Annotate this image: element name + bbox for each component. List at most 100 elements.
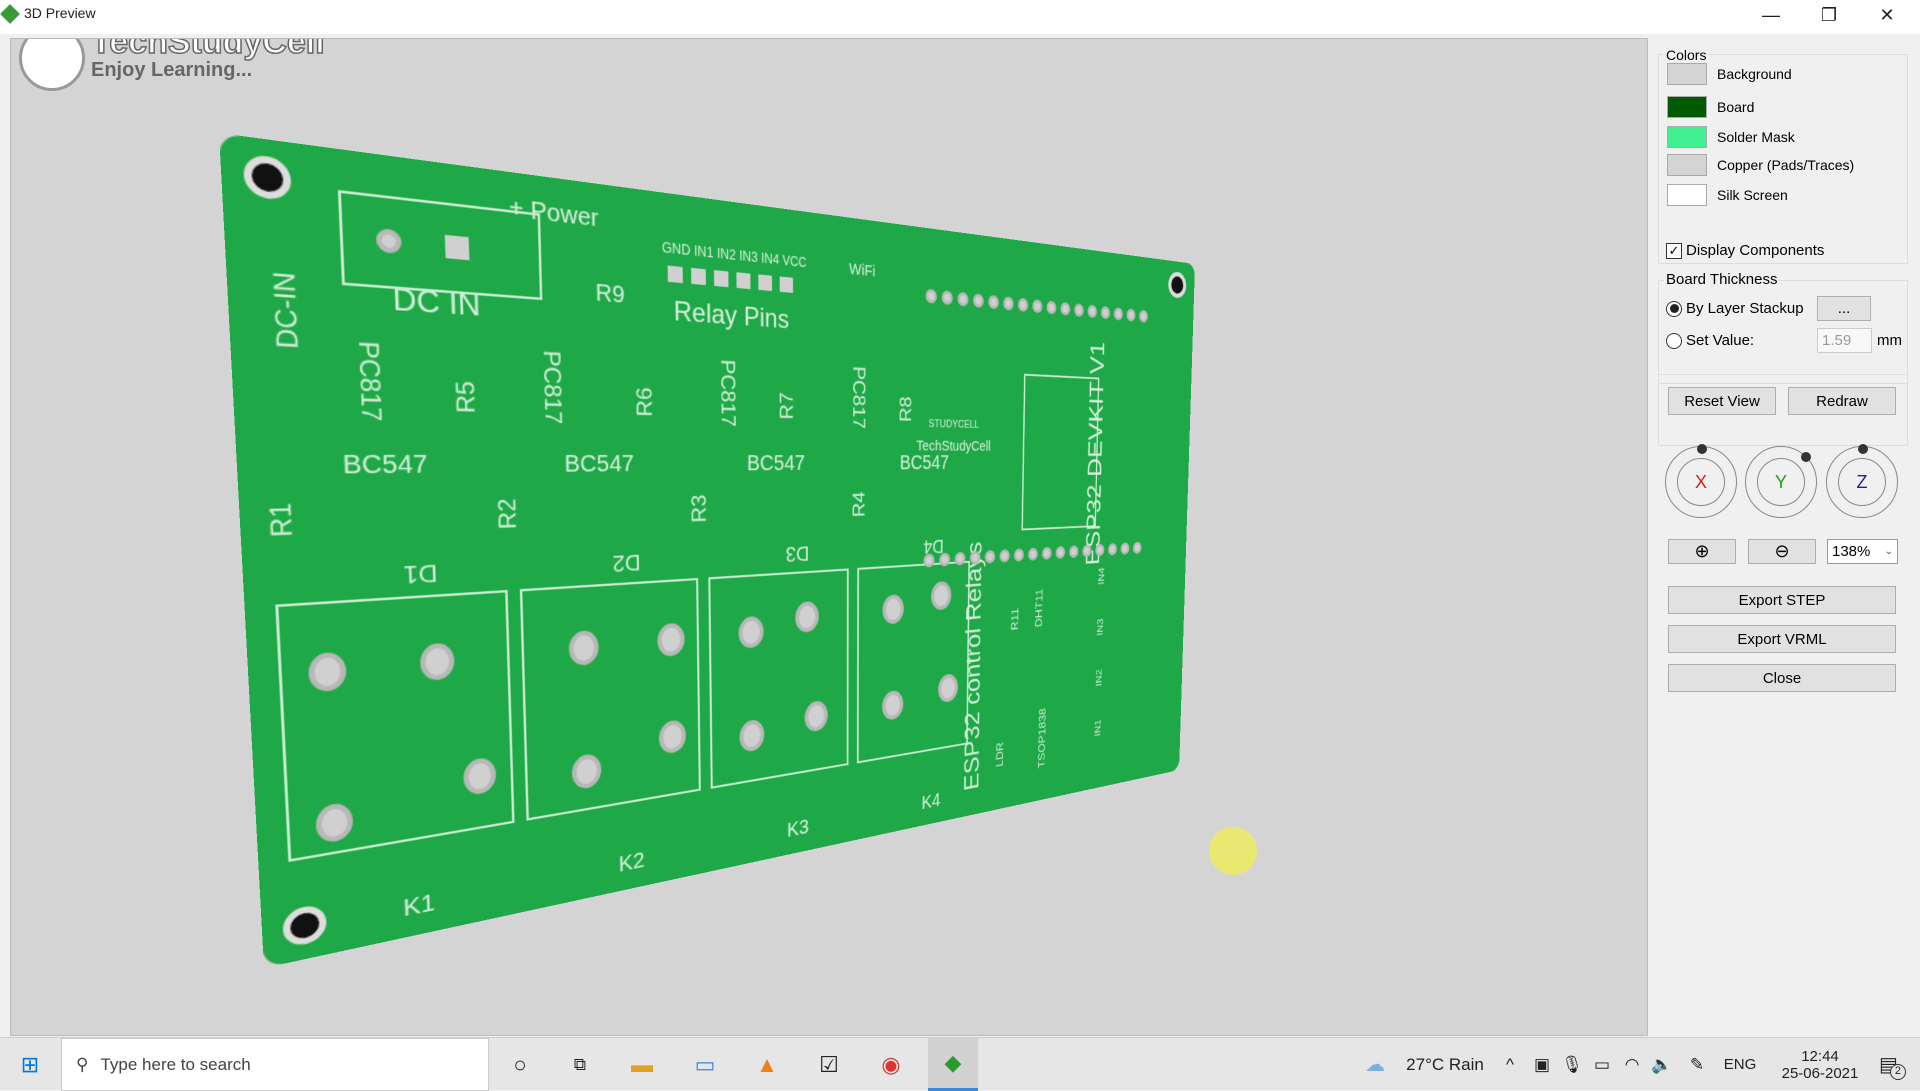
notification-button[interactable]: ▤ 2 <box>1870 1038 1915 1091</box>
color-row[interactable]: Board <box>1667 96 1754 118</box>
silk-label: K4 <box>921 789 941 814</box>
cortana-button[interactable]: ○ <box>495 1038 545 1091</box>
wifi-icon[interactable]: ◠ <box>1620 1038 1644 1091</box>
zoom-out-button[interactable]: ⊖ <box>1748 539 1816 564</box>
color-label: Board <box>1717 99 1755 115</box>
taskbar-chrome[interactable]: ◉ <box>866 1038 916 1091</box>
chevron-down-icon: ⌄ <box>1884 546 1893 557</box>
display-components-checkbox[interactable]: ✓ Display Components <box>1666 242 1824 259</box>
task-view-button[interactable]: ⧉ <box>555 1038 605 1091</box>
export-vrml-button[interactable]: Export VRML <box>1668 625 1896 653</box>
taskbar-pcb-app[interactable]: ◆ <box>928 1038 978 1091</box>
dial-handle[interactable] <box>1697 444 1707 454</box>
volume-icon[interactable]: 🔈 <box>1650 1038 1674 1091</box>
pin-pad <box>1003 296 1014 311</box>
rotate-y-dial[interactable]: Y <box>1745 446 1817 518</box>
zoom-select[interactable]: 138% ⌄ <box>1827 539 1898 564</box>
silk-label: R4 <box>849 491 869 518</box>
color-row[interactable]: Solder Mask <box>1667 126 1795 148</box>
dial-label: X <box>1677 458 1725 506</box>
export-step-button[interactable]: Export STEP <box>1668 586 1896 614</box>
redraw-button[interactable]: Redraw <box>1788 387 1896 415</box>
start-button[interactable]: ⊞ <box>0 1038 60 1091</box>
pin-pad <box>1055 546 1066 559</box>
by-layer-radio[interactable]: By Layer Stackup <box>1666 300 1804 317</box>
clock[interactable]: 12:44 25-06-2021 <box>1765 1038 1875 1091</box>
pin-pad <box>1046 300 1057 315</box>
language-indicator[interactable]: ENG <box>1720 1038 1760 1091</box>
pin-pad <box>1100 305 1111 320</box>
folder-icon: ▬ <box>631 1051 653 1077</box>
thickness-input[interactable]: 1.59 <box>1817 328 1872 353</box>
battery-icon[interactable]: ▭ <box>1590 1038 1614 1091</box>
chevron-up-icon[interactable]: ^ <box>1500 1038 1520 1091</box>
radio-selected-icon <box>1666 300 1682 317</box>
restore-button[interactable]: ❐ <box>1800 0 1858 30</box>
color-swatch[interactable] <box>1667 154 1707 176</box>
silk-label: K2 <box>618 848 645 878</box>
weather-text[interactable]: 27°C Rain <box>1395 1038 1495 1091</box>
camera-icon[interactable]: ▣ <box>1530 1038 1554 1091</box>
dial-handle[interactable] <box>1801 452 1811 462</box>
close-button[interactable]: Close <box>1668 664 1896 692</box>
pin-pad <box>1113 307 1123 321</box>
silk-label: PC817 <box>848 365 869 430</box>
reset-view-button[interactable]: Reset View <box>1668 387 1776 415</box>
pin-pad <box>1027 547 1038 561</box>
taskbar-vlc[interactable]: ▲ <box>742 1038 792 1091</box>
weather-icon[interactable]: ☁ <box>1360 1038 1390 1091</box>
silk-label: BC547 <box>342 451 429 480</box>
color-swatch[interactable] <box>1667 126 1707 148</box>
color-row[interactable]: Background <box>1667 63 1792 85</box>
color-label: Silk Screen <box>1717 187 1788 203</box>
minimize-button[interactable]: — <box>1742 0 1800 30</box>
search-box[interactable]: ⚲ Type here to search <box>61 1038 489 1091</box>
layer-stackup-button[interactable]: ... <box>1817 296 1871 321</box>
unit-label: mm <box>1877 332 1902 349</box>
rotate-z-dial[interactable]: Z <box>1826 444 1898 518</box>
silk-label: K1 <box>402 889 436 923</box>
zoom-in-button[interactable]: ⊕ <box>1668 539 1736 564</box>
cortana-icon: ○ <box>513 1051 527 1077</box>
microphone-icon[interactable]: 🎙 <box>1560 1038 1584 1091</box>
pin-pad <box>758 274 773 292</box>
color-swatch[interactable] <box>1667 63 1707 85</box>
set-value-radio[interactable]: Set Value: <box>1666 332 1754 349</box>
taskbar-file-explorer[interactable]: ▬ <box>617 1038 667 1091</box>
clock-date: 25-06-2021 <box>1781 1064 1859 1082</box>
watermark-tagline: Enjoy Learning... <box>91 59 253 81</box>
pen-icon[interactable]: ✎ <box>1685 1038 1709 1091</box>
dial-handle[interactable] <box>1858 444 1868 454</box>
color-row[interactable]: Copper (Pads/Traces) <box>1667 154 1854 176</box>
3d-viewport[interactable]: DC-IN + Power DC IN GND IN1 IN2 IN3 IN4 … <box>10 38 1648 1036</box>
rotate-x-dial[interactable]: X <box>1665 444 1737 518</box>
windows-icon: ⊞ <box>20 1051 40 1077</box>
mount-hole <box>282 902 328 949</box>
silk-label: R9 <box>595 280 625 309</box>
pin-pad <box>1041 546 1052 560</box>
taskbar-app[interactable]: ▭ <box>680 1038 730 1091</box>
pin-pad <box>1017 297 1029 312</box>
silk-label: R11 <box>1008 607 1021 631</box>
color-swatch[interactable] <box>1667 184 1707 206</box>
pin-pad <box>736 272 751 290</box>
silk-label: PC817 <box>537 349 566 425</box>
mount-hole <box>1167 270 1187 299</box>
pin-pad <box>691 267 706 286</box>
pin-pad <box>957 291 969 307</box>
taskbar-app[interactable]: ☑ <box>804 1038 854 1091</box>
zoom-out-icon: ⊖ <box>1774 541 1790 561</box>
silk-label: ESP32 control Relays <box>959 541 986 793</box>
zoom-in-icon: ⊕ <box>1694 541 1710 561</box>
close-window-button[interactable]: ✕ <box>1858 0 1916 30</box>
pin-pad <box>1139 309 1149 323</box>
pcb-board[interactable]: DC-IN + Power DC IN GND IN1 IN2 IN3 IN4 … <box>219 133 1196 969</box>
easyeda-icon: ◆ <box>944 1050 962 1075</box>
pin-pad <box>1013 548 1024 562</box>
silk-label: PC817 <box>716 358 739 428</box>
silk-label: D1 <box>402 558 439 588</box>
color-row[interactable]: Silk Screen <box>1667 184 1788 206</box>
clock-time: 12:44 <box>1801 1047 1839 1065</box>
color-swatch[interactable] <box>1667 96 1707 118</box>
radio-icon <box>1666 332 1682 349</box>
